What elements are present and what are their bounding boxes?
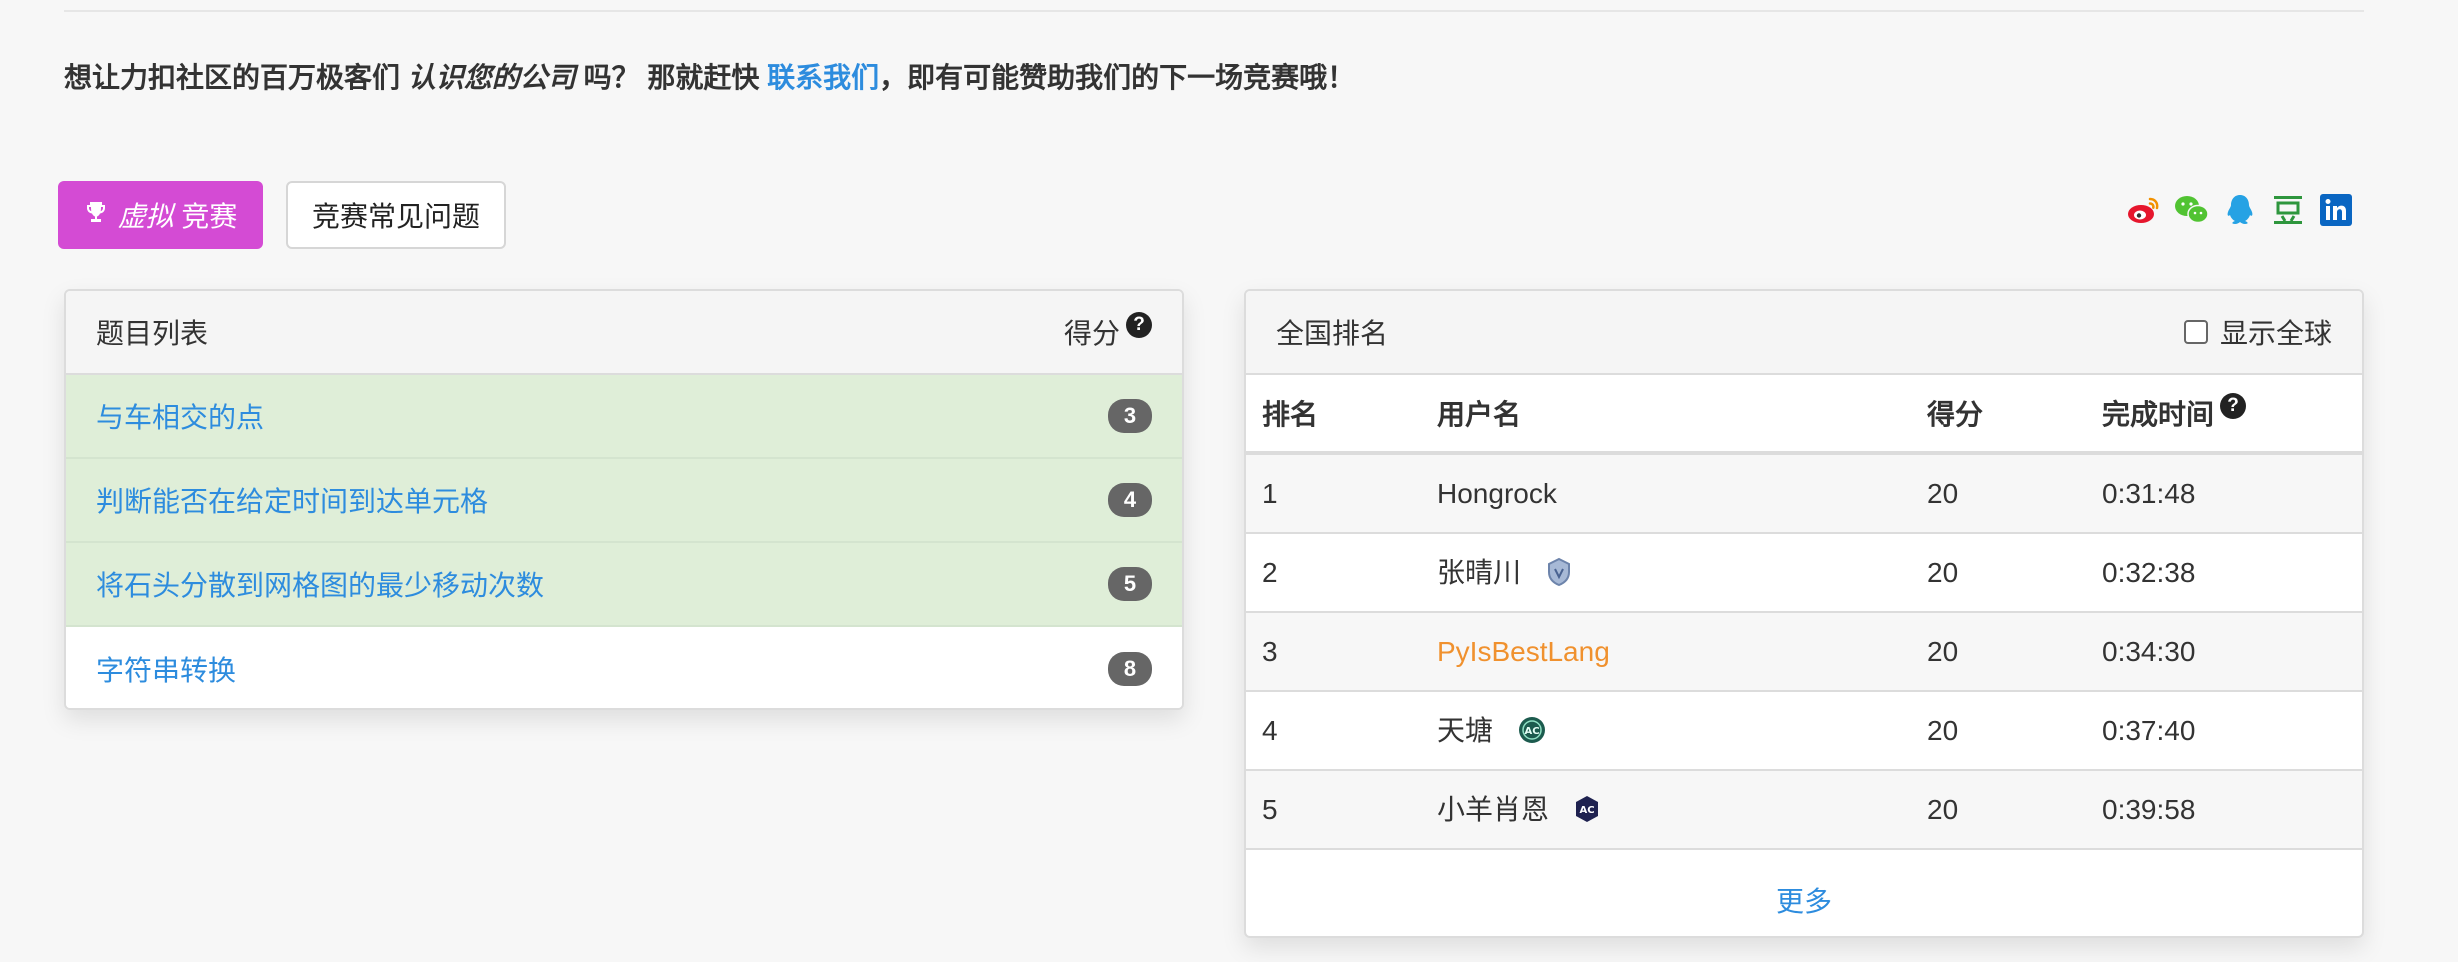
user-cell: 张晴川 <box>1421 533 1911 613</box>
column-header-time: 完成时间? <box>2086 375 2362 455</box>
promo-text-after: ，即有可能赞助我们的下一场竞赛哦！ <box>879 62 1356 93</box>
trophy-icon <box>84 199 108 231</box>
score-header-label: 得分 <box>1063 318 1120 349</box>
weibo-icon[interactable] <box>2126 192 2162 228</box>
problem-row: 将石头分散到网格图的最少移动次数 5 <box>66 543 1182 627</box>
ac-badge-icon: AC <box>1573 794 1601 831</box>
virtual-label-em: 虚拟 <box>117 201 174 232</box>
rank-cell: 3 <box>1246 612 1421 692</box>
table-row: 1 Hongrock 20 0:31:48 <box>1246 453 2362 534</box>
score-cell: 20 <box>1911 533 2086 613</box>
score-cell: 20 <box>1911 612 2086 692</box>
score-cell: 20 <box>1911 453 2086 534</box>
promo-text-middle: 吗？ 那就赶快 <box>583 62 760 93</box>
help-icon[interactable]: ? <box>2220 393 2247 419</box>
user-cell: 小羊肖恩 AC <box>1421 770 1911 850</box>
problem-link[interactable]: 与车相交的点 <box>96 396 264 436</box>
rank-cell: 5 <box>1246 770 1421 850</box>
username-link[interactable]: 天塘 <box>1437 715 1493 746</box>
column-header-time-label: 完成时间 <box>2102 399 2215 430</box>
social-share-bar <box>2126 192 2354 228</box>
ranking-header: 全国排名 显示全球 <box>1246 291 2362 375</box>
contest-faq-button[interactable]: 竞赛常见问题 <box>286 181 506 249</box>
promo-emphasis: 认识您的公司 <box>407 62 576 93</box>
show-global-label: 显示全球 <box>2219 318 2332 349</box>
score-cell: 20 <box>1911 691 2086 771</box>
ranking-title: 全国排名 <box>1276 318 1389 349</box>
help-icon[interactable]: ? <box>1126 312 1152 338</box>
show-global-checkbox[interactable] <box>2183 320 2208 344</box>
problem-row: 与车相交的点 3 <box>66 375 1182 459</box>
username-link[interactable]: 张晴川 <box>1437 557 1521 588</box>
promo-text-before: 想让力扣社区的百万极客们 <box>64 62 401 93</box>
username-link[interactable]: 小羊肖恩 <box>1437 794 1549 825</box>
ac-badge-icon: AC <box>1517 715 1547 752</box>
user-cell: 天塘 AC <box>1421 691 1911 771</box>
rank-cell: 2 <box>1246 533 1421 613</box>
time-cell: 0:34:30 <box>2086 612 2362 692</box>
user-cell: Hongrock <box>1421 453 1911 534</box>
username-link[interactable]: PyIsBestLang <box>1437 636 1610 667</box>
problem-list-header: 题目列表 得分? <box>66 291 1182 375</box>
problem-row: 字符串转换 8 <box>66 627 1182 708</box>
problem-link[interactable]: 字符串转换 <box>96 649 236 689</box>
problem-score-badge: 3 <box>1108 399 1152 433</box>
show-global-toggle[interactable]: 显示全球 <box>2183 312 2332 352</box>
guardian-badge-icon <box>1545 557 1573 594</box>
ranking-panel: 全国排名 显示全球 排名 用户名 得分 完成时间? 1 Hongrock 20 … <box>1244 289 2364 938</box>
linkedin-icon[interactable] <box>2318 192 2354 228</box>
problem-score-badge: 4 <box>1108 483 1152 517</box>
column-header-rank: 排名 <box>1246 375 1421 455</box>
top-divider <box>64 10 2364 12</box>
time-cell: 0:31:48 <box>2086 453 2362 534</box>
virtual-contest-button[interactable]: 虚拟 竞赛 <box>58 181 263 249</box>
problem-list-title: 题目列表 <box>96 318 209 349</box>
qq-icon[interactable] <box>2222 192 2258 228</box>
rank-cell: 1 <box>1246 453 1421 534</box>
score-header: 得分? <box>1064 312 1152 352</box>
score-cell: 20 <box>1911 770 2086 850</box>
time-cell: 0:32:38 <box>2086 533 2362 613</box>
virtual-label: 竞赛 <box>181 201 238 232</box>
rank-cell: 4 <box>1246 691 1421 771</box>
svg-text:AC: AC <box>1524 726 1539 737</box>
problem-score-badge: 5 <box>1108 567 1152 601</box>
svg-text:AC: AC <box>1579 805 1594 816</box>
ranking-table: 排名 用户名 得分 完成时间? 1 Hongrock 20 0:31:48 2 … <box>1246 375 2362 850</box>
table-row: 2 张晴川 20 0:32:38 <box>1246 533 2362 613</box>
column-header-user: 用户名 <box>1421 375 1911 455</box>
sponsor-promo: 想让力扣社区的百万极客们 认识您的公司 吗？ 那就赶快 联系我们，即有可能赞助我… <box>64 56 1355 96</box>
table-row: 4 天塘 AC 20 0:37:40 <box>1246 691 2362 771</box>
problem-row: 判断能否在给定时间到达单元格 4 <box>66 459 1182 543</box>
contact-us-link[interactable]: 联系我们 <box>767 62 879 93</box>
problem-link[interactable]: 判断能否在给定时间到达单元格 <box>96 480 488 520</box>
table-row: 3 PyIsBestLang 20 0:34:30 <box>1246 612 2362 692</box>
more-row: 更多 <box>1246 850 2362 936</box>
wechat-icon[interactable] <box>2174 192 2210 228</box>
problem-score-badge: 8 <box>1108 652 1152 686</box>
problem-link[interactable]: 将石头分散到网格图的最少移动次数 <box>96 564 544 604</box>
problem-list-panel: 题目列表 得分? 与车相交的点 3 判断能否在给定时间到达单元格 4 将石头分散… <box>64 289 1184 710</box>
column-header-score: 得分 <box>1911 375 2086 455</box>
more-link[interactable]: 更多 <box>1776 880 1832 920</box>
user-cell: PyIsBestLang <box>1421 612 1911 692</box>
time-cell: 0:37:40 <box>2086 691 2362 771</box>
time-cell: 0:39:58 <box>2086 770 2362 850</box>
table-row: 5 小羊肖恩 AC 20 0:39:58 <box>1246 770 2362 850</box>
douban-icon[interactable] <box>2270 192 2306 228</box>
username-link[interactable]: Hongrock <box>1437 478 1557 509</box>
